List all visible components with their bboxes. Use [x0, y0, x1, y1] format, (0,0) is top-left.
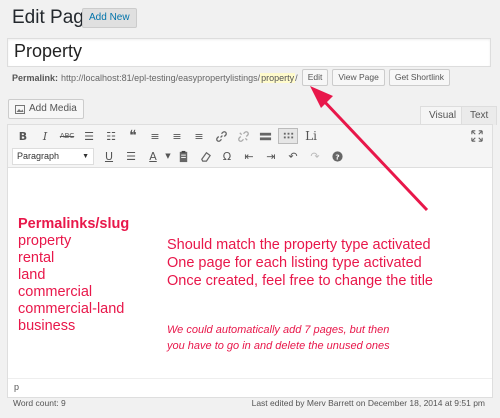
blockquote-icon[interactable]: ❝ — [122, 127, 144, 145]
list-item: commercial-land — [18, 301, 125, 317]
last-edited: Last edited by Merv Barrett on December … — [251, 398, 485, 408]
title-text: Property — [14, 41, 83, 61]
tab-text[interactable]: Text — [461, 106, 498, 125]
instructions: Should match the property type activated… — [167, 236, 433, 290]
undo-icon[interactable]: ↶ — [282, 147, 304, 165]
unlink-icon[interactable] — [232, 127, 254, 145]
view-page-button[interactable]: View Page — [332, 69, 385, 86]
fullscreen-icon[interactable] — [468, 127, 486, 145]
toolbar-row-1: B I ABC ☰ ☷ ❝ ≡ ≡ ≡ Li — [12, 127, 322, 145]
instruction-line: Once created, feel free to change the ti… — [167, 273, 433, 289]
justify-icon[interactable]: ☰ — [120, 147, 142, 165]
redo-icon[interactable]: ↷ — [304, 147, 326, 165]
format-select[interactable]: Paragraph ▼ — [12, 147, 94, 165]
editor: B I ABC ☰ ☷ ❝ ≡ ≡ ≡ Li Paragraph ▼ U ☰ A… — [7, 124, 493, 398]
list-item: property — [18, 233, 72, 249]
paste-text-icon[interactable] — [172, 147, 194, 165]
list-item: business — [18, 318, 76, 334]
add-media-label: Add Media — [29, 103, 77, 114]
instruction-line: One page for each listing type activated — [167, 255, 422, 271]
permalink-trailing: / — [295, 72, 298, 83]
instruction-line: Should match the property type activated — [167, 237, 431, 253]
tab-visual[interactable]: Visual — [420, 106, 466, 125]
align-center-icon[interactable]: ≡ — [166, 127, 188, 145]
italic-note-line: We could automatically add 7 pages, but … — [167, 324, 390, 336]
link-icon[interactable] — [210, 127, 232, 145]
special-character-icon[interactable]: Ω — [216, 147, 238, 165]
bold-icon[interactable]: B — [12, 127, 34, 145]
editor-content[interactable]: Permalinks/slug property rental land com… — [8, 168, 492, 378]
align-right-icon[interactable]: ≡ — [188, 127, 210, 145]
editor-toolbar: B I ABC ☰ ☷ ❝ ≡ ≡ ≡ Li Paragraph ▼ U ☰ A… — [8, 125, 492, 168]
text-color-dropdown-icon[interactable]: ▼ — [164, 147, 172, 165]
edit-permalink-button[interactable]: Edit — [301, 69, 329, 86]
italic-note-line: you have to go in and delete the unused … — [167, 340, 390, 352]
list-item: land — [18, 267, 46, 283]
listing-icon[interactable]: Li — [300, 127, 322, 145]
read-more-icon[interactable] — [254, 127, 276, 145]
clear-formatting-icon[interactable] — [194, 147, 216, 165]
slug-heading: Permalinks/slug — [18, 216, 130, 232]
indent-icon[interactable]: ⇥ — [260, 147, 282, 165]
italic-icon[interactable]: I — [34, 127, 56, 145]
add-media-button[interactable]: Add Media — [8, 99, 84, 119]
toolbar-row-2: Paragraph ▼ U ☰ A ▼ Ω ⇤ ⇥ ↶ ↷ ? — [12, 147, 348, 165]
word-count: Word count: 9 — [13, 398, 66, 408]
bullet-list-icon[interactable]: ☰ — [78, 127, 100, 145]
help-icon[interactable]: ? — [326, 147, 348, 165]
format-select-value: Paragraph — [17, 150, 60, 161]
chevron-down-icon: ▼ — [82, 152, 89, 160]
add-new-button[interactable]: Add New — [82, 8, 137, 28]
underline-icon[interactable]: U — [98, 147, 120, 165]
italic-note: We could automatically add 7 pages, but … — [167, 322, 390, 354]
align-left-icon[interactable]: ≡ — [144, 127, 166, 145]
permalink-label: Permalink: — [12, 72, 59, 83]
slug-list: Permalinks/slug property rental land com… — [18, 216, 129, 335]
element-path-bar: p — [8, 378, 492, 397]
list-item: rental — [18, 250, 55, 266]
element-path[interactable]: p — [14, 382, 19, 392]
text-color-icon[interactable]: A — [142, 147, 164, 165]
status-footer: Word count: 9 Last edited by Merv Barret… — [7, 397, 491, 411]
title-field[interactable]: Property — [7, 38, 491, 67]
toolbar-toggle-icon[interactable] — [278, 128, 298, 144]
list-item: commercial — [18, 284, 93, 300]
media-icon — [15, 104, 25, 114]
svg-text:?: ? — [335, 152, 339, 161]
permalink-row: Permalink: http://localhost:81/epl-testi… — [12, 69, 450, 86]
permalink-base-url: http://localhost:81/epl-testing/easyprop… — [61, 72, 261, 83]
strikethrough-icon[interactable]: ABC — [56, 127, 78, 145]
permalink-slug[interactable]: property — [260, 72, 296, 83]
numbered-list-icon[interactable]: ☷ — [100, 127, 122, 145]
outdent-icon[interactable]: ⇤ — [238, 147, 260, 165]
get-shortlink-button[interactable]: Get Shortlink — [388, 69, 450, 86]
